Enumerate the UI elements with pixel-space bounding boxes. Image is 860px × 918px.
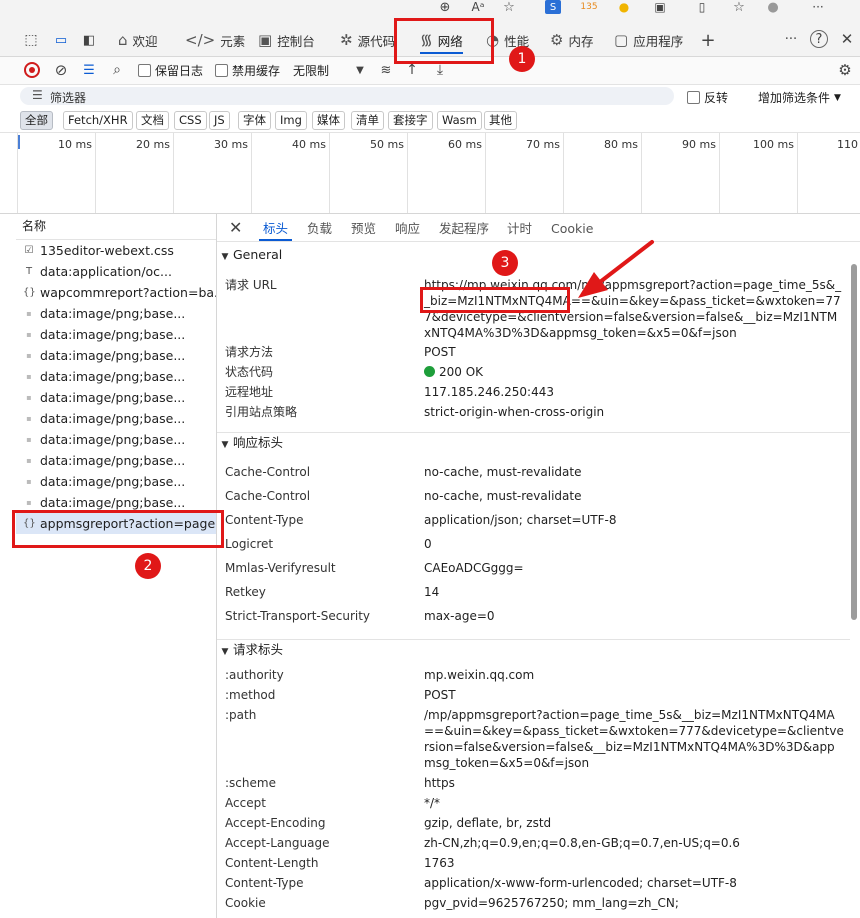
annotation-arrow <box>578 240 654 298</box>
